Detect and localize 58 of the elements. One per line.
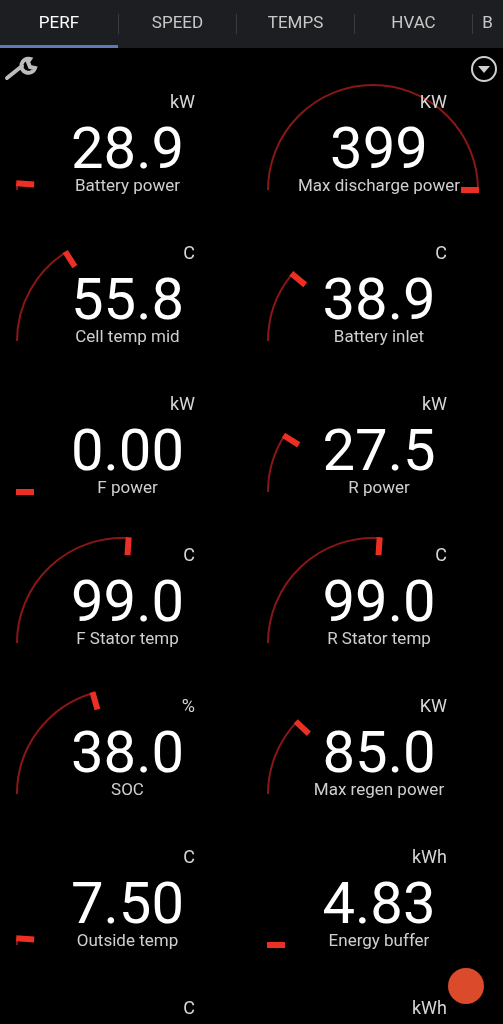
unit-label: C (183, 241, 195, 265)
gauge-value: 38.9 (322, 274, 436, 324)
gauge-value: 99.0 (322, 576, 436, 626)
unit-label: C (435, 241, 447, 265)
gauge-label: Battery power (75, 174, 180, 197)
unit-label: C (183, 543, 195, 567)
gauge-label: Max discharge power (298, 174, 460, 197)
gauge-label: R power (348, 476, 410, 499)
gauge-needle (124, 537, 132, 556)
gauge-label: F power (97, 476, 158, 499)
gauge-label: SOC (111, 778, 144, 801)
gauge-label: Cell temp mid (75, 325, 180, 348)
tab[interactable]: PERF (0, 0, 118, 48)
gauge-needle (62, 249, 78, 269)
unit-label: kW (421, 392, 447, 416)
gauge-value: 0.00 (70, 425, 185, 475)
unit-label: KW (419, 694, 447, 718)
unit-label: C (183, 996, 195, 1020)
gauge-needle (16, 180, 35, 188)
unit-label: % (181, 694, 195, 718)
tab[interactable]: SPEED (119, 0, 236, 48)
tab[interactable]: HVAC (355, 0, 472, 48)
gauge-needle (375, 537, 383, 556)
gauge-value: 7.50 (70, 878, 185, 928)
gauge-label: Outside temp (76, 929, 179, 952)
gauge-needle (461, 186, 479, 193)
unit-label: C (183, 845, 195, 869)
floating-action-button[interactable] (448, 968, 484, 1004)
unit-label: kWh (412, 845, 447, 869)
unit-label: kW (169, 90, 195, 114)
gauge-label: Max regen power (313, 778, 445, 801)
gauge-value: 28.9 (70, 123, 185, 173)
gauge-label: Energy buffer (328, 929, 430, 952)
gauge-needle (16, 489, 34, 495)
gauge-value: 38.0 (70, 727, 185, 777)
gauge-needle (267, 942, 285, 948)
gauge-value: 4.83 (322, 878, 436, 928)
gauge-value: 27.5 (322, 425, 436, 475)
gauge-needle (16, 935, 35, 943)
tab[interactable]: TEMPS (237, 0, 354, 48)
gauge-label: R Stator temp (327, 627, 431, 650)
gauge-label: Battery inlet (333, 325, 425, 348)
unit-label: C (435, 543, 447, 567)
gauge-label: F Stator temp (76, 627, 179, 650)
gauge-needle (293, 719, 311, 736)
wrench-icon[interactable] (4, 56, 38, 82)
gauge-value: 55.8 (70, 274, 185, 324)
gauge-value: 99.0 (70, 576, 185, 626)
gauge-value: 399 (330, 123, 428, 173)
gauge-value: 85.0 (322, 727, 436, 777)
dropdown-icon[interactable] (470, 55, 498, 83)
tab[interactable]: B (473, 0, 502, 48)
unit-label: kW (169, 392, 195, 416)
gauge-arc (267, 273, 294, 342)
gauge-needle (281, 432, 301, 448)
unit-label: kWh (412, 996, 447, 1020)
gauge-needle (289, 271, 308, 288)
gauge-needle (89, 691, 101, 711)
